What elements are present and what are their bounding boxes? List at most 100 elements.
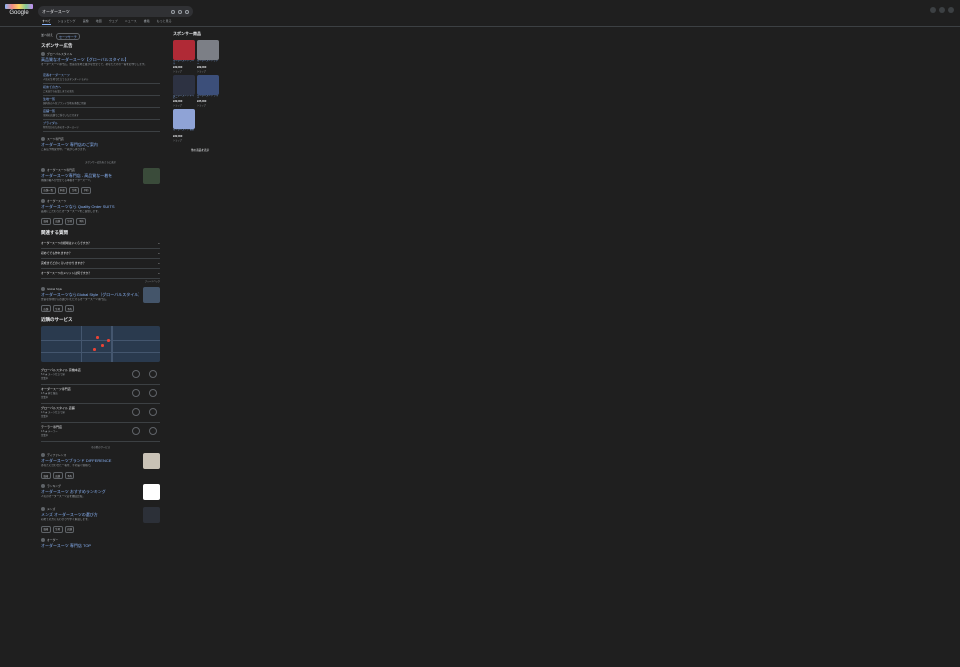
search-input[interactable]: オーダースーツ [42,9,168,15]
result-site-name: メンズ [47,506,56,511]
chip[interactable]: 店舗 [52,217,63,225]
product-image[interactable] [197,40,219,60]
directions-icon[interactable] [149,408,157,417]
ad-title[interactable]: 高品質なオーダースーツ【グローバルスタイル】 [41,57,160,62]
chip[interactable]: 価格 [41,217,51,225]
chip[interactable]: 価格 [41,525,51,533]
local-result[interactable]: グローバルスタイル 店舗 4.3 ★ スーツ仕立て屋 営業中 [41,404,160,424]
paa-question[interactable]: 初めてでも作れますか？ ⌄ [41,249,160,259]
result-title[interactable]: メンズ オーダースーツの選び方 [41,512,139,517]
ad-site[interactable]: グローバルスタイル [41,52,160,56]
chip[interactable]: 予約 [76,217,87,225]
tab-more[interactable]: もっと見る [157,19,172,25]
result-thumbnail[interactable] [143,167,160,184]
chip[interactable]: 店舗 [64,525,75,533]
website-icon[interactable] [132,370,140,379]
product-card[interactable]: オーダースーツ ブルー ¥35,000 ショップ [197,74,219,107]
map-pin-icon[interactable] [101,344,104,347]
chip[interactable]: 生地 [64,217,75,225]
directions-icon[interactable] [149,427,157,436]
directions-icon[interactable] [149,389,157,398]
result-site[interactable]: オーダースーツ [41,198,160,203]
apps-icon[interactable] [939,7,945,13]
result-title[interactable]: オーダースーツ 専門店 TOP [41,543,160,548]
local-result[interactable]: テーラー専門店 4.6 ★ テーラー 営業中 [41,423,160,443]
result-thumbnail[interactable] [143,286,160,303]
product-card[interactable]: オーダースーツ ネイビー ¥39,000 ショップ [173,74,195,107]
ad-site-name: スーツ専門店 [47,137,64,142]
chip[interactable]: 店舗一覧 [41,186,56,194]
result-snippet: 熟練の職人が仕立てる本格オーダースーツ。 [41,178,93,182]
settings-icon[interactable] [930,7,936,13]
sitelink[interactable]: 初めての方へ ご来店からお渡しまでの流れ [43,84,160,97]
map-pin-icon[interactable] [96,336,99,339]
sitelink[interactable]: 店舗一覧 全国の店舗でご採寸いただけます [43,108,160,121]
mic-icon[interactable] [178,9,182,14]
tab-maps[interactable]: 地図 [96,19,102,25]
result-title[interactable]: オーダースーツなら Quality Order SUITS [41,204,160,209]
website-icon[interactable] [132,427,140,436]
sitelink[interactable]: 生地一覧 国内外の人気ブランド生地を多数ご用意 [43,96,160,109]
result-thumbnail[interactable] [143,453,160,470]
chip[interactable]: 料金 [57,186,68,194]
result-title[interactable]: オーダースーツ おすすめランキング [41,489,139,494]
local-result[interactable]: オーダースーツ専門店 4.5 ★ 紳士服店 営業中 [41,385,160,405]
chip[interactable]: 価格 [41,472,51,480]
paa-question[interactable]: オーダースーツのメリットは何ですか？ ⌄ [41,269,160,279]
product-image[interactable] [173,74,195,95]
avatar[interactable] [948,7,954,13]
tab-web[interactable]: ウェブ [109,19,118,25]
directions-icon[interactable] [149,370,157,379]
search-icon[interactable] [185,9,189,14]
favicon-icon [41,167,45,172]
tab-news[interactable]: ニュース [125,19,137,25]
map-pin-icon[interactable] [93,348,96,351]
tab-books[interactable]: 書籍 [144,19,150,25]
ad-site[interactable]: スーツ専門店 [41,137,160,142]
chevron-down-icon: ⌄ [157,271,160,276]
google-logo[interactable]: Google [5,4,33,18]
website-icon[interactable] [132,389,140,398]
product-image[interactable] [173,109,195,130]
chip[interactable]: 予約 [81,186,91,194]
chip[interactable]: 店舗 [52,472,63,480]
chip[interactable]: 生地 [52,305,63,313]
website-icon[interactable] [132,408,140,417]
chip[interactable]: 予約 [64,472,75,480]
more-ads-link[interactable]: スポンサー広告をさらに表示 [41,160,160,164]
result-site[interactable]: オーダー [41,537,160,542]
feedback-link[interactable]: フィードバック [41,279,160,283]
result-thumbnail[interactable] [143,484,160,501]
product-image[interactable] [197,74,219,95]
clear-icon[interactable] [171,9,175,14]
tab-images[interactable]: 画像 [83,19,89,25]
result-title[interactable]: オーダースーツ専門店 - 高品質な一着を [41,173,139,178]
tab-all[interactable]: すべて [42,19,51,25]
search-box[interactable]: オーダースーツ [38,6,193,17]
product-card[interactable]: オーダースーツ 春夏 ¥32,000 ショップ [173,109,195,142]
local-map[interactable] [41,326,160,363]
result-title[interactable]: オーダースーツブランド DIFFERENCE [41,458,139,463]
chip[interactable]: 生地 [69,186,80,194]
tab-shopping[interactable]: ショッピング [58,19,76,25]
more-places-link[interactable]: その他のサービス [41,445,160,449]
paa-question[interactable]: オーダースーツの相場はいくらですか？ ⌄ [41,239,160,249]
more-products-link[interactable]: 他の商品を表示 [191,148,233,152]
safesearch-chip[interactable]: セーフサーチ [56,33,80,40]
product-image[interactable] [173,40,195,60]
ad-title[interactable]: オーダースーツ 専門店のご案内 [41,142,160,147]
map-pin-icon[interactable] [107,339,110,342]
result-thumbnail[interactable] [143,506,160,523]
chip[interactable]: 店舗 [41,305,51,313]
paa-question[interactable]: 完成までどのくらいかかりますか？ ⌄ [41,259,160,269]
product-card[interactable]: オーダースーツ グレー ¥29,000 ショップ [197,40,219,73]
sitelink[interactable]: 定番オーダースーツ 人気の生地で仕立てるスタンダードモデル [43,72,160,85]
sitelink[interactable]: ブライダル 特別な日のためのオーダースーツ [43,120,160,133]
chip[interactable]: 生地 [52,525,63,533]
product-card[interactable]: オーダースーツ ウール ¥39,000 ショップ [173,40,195,73]
local-result[interactable]: グローバルスタイル 京橋本店 5.0 ★ スーツ仕立て屋 営業中 [41,366,160,386]
result-title[interactable]: オーダースーツならGlobal Style（グローバルスタイル） [41,292,139,297]
favicon-icon [41,137,45,142]
chip[interactable]: 予約 [64,305,75,313]
sort-label[interactable]: 並べ替え [41,33,53,40]
